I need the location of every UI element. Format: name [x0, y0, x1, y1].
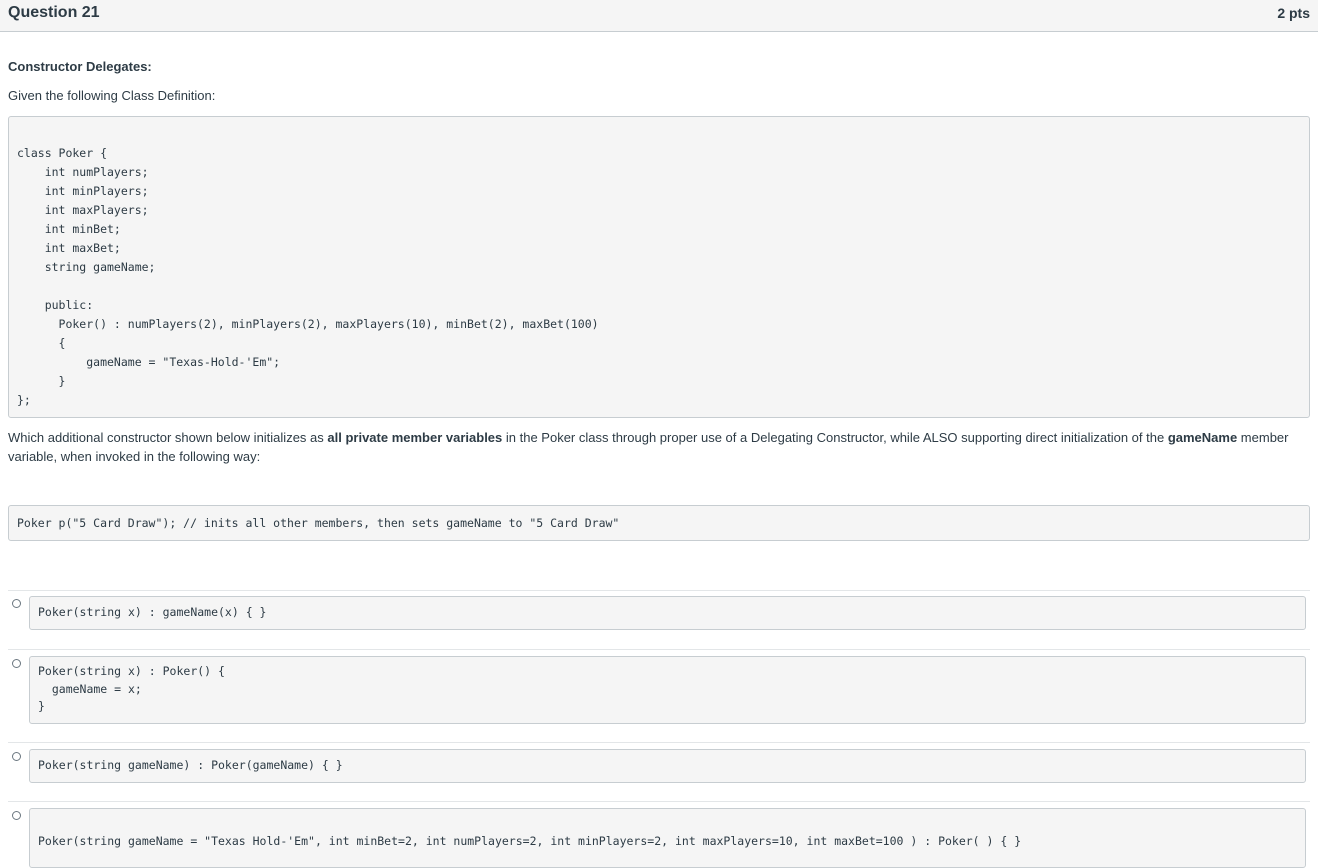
answer-code-block-2[interactable]: Poker(string x) : Poker() { gameName = x…: [29, 656, 1306, 724]
answer-divider: [8, 801, 1310, 802]
class-definition-code-block: class Poker { int numPlayers; int minPla…: [8, 116, 1310, 418]
answer-code-block-1[interactable]: Poker(string x) : gameName(x) { }: [29, 596, 1306, 630]
answer-code-block-3[interactable]: Poker(string gameName) : Poker(gameName)…: [29, 749, 1306, 783]
answer-radio-1[interactable]: [12, 599, 21, 608]
answer-code-block-4[interactable]: Poker(string gameName = "Texas Hold-'Em"…: [29, 808, 1306, 868]
question-intro: Given the following Class Definition:: [8, 88, 216, 103]
question-points: 2 pts: [1277, 5, 1310, 21]
answer-divider: [8, 590, 1310, 591]
answer-radio-3[interactable]: [12, 752, 21, 761]
question-prompt-bold1: all private member variables: [327, 430, 503, 445]
question-prompt-bold2: gameName: [1167, 430, 1238, 445]
question-header: Question 21 2 pts: [0, 0, 1318, 32]
question-title: Question 21: [8, 4, 100, 21]
answer-code-2: Poker(string x) : Poker() { gameName = x…: [38, 664, 225, 713]
class-definition-code: class Poker { int numPlayers; int minPla…: [17, 146, 599, 407]
answer-divider: [8, 649, 1310, 650]
answer-code-1: Poker(string x) : gameName(x) { }: [38, 605, 267, 619]
usage-code: Poker p("5 Card Draw"); // inits all oth…: [17, 516, 620, 530]
answer-code-3: Poker(string gameName) : Poker(gameName)…: [38, 758, 343, 772]
question-prompt-part1: Which additional constructor shown below…: [8, 430, 328, 445]
usage-code-block: Poker p("5 Card Draw"); // inits all oth…: [8, 505, 1310, 541]
question-prompt-part2: in the Poker class through proper use of…: [502, 430, 1168, 445]
question-prompt: Which additional constructor shown below…: [8, 428, 1310, 466]
answer-code-4: Poker(string gameName = "Texas Hold-'Em"…: [38, 834, 1022, 848]
answer-radio-4[interactable]: [12, 811, 21, 820]
question-subtitle: Constructor Delegates:: [8, 59, 152, 74]
answer-divider: [8, 742, 1310, 743]
answer-radio-2[interactable]: [12, 659, 21, 668]
